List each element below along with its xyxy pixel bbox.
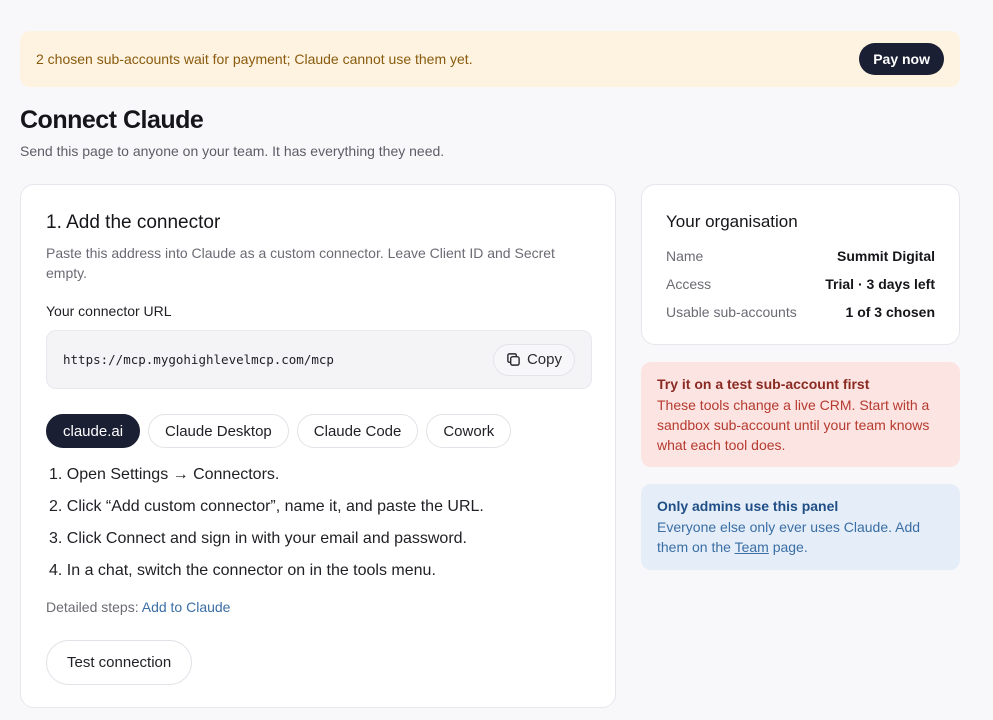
client-tabs: claude.ai Claude Desktop Claude Code Cow… [46, 414, 512, 448]
pay-now-button[interactable]: Pay now [859, 43, 944, 75]
connector-url[interactable]: https://mcp.mygohighlevelmcp.com/mcp [63, 352, 334, 367]
team-link[interactable]: Team [735, 539, 769, 555]
admin-notice-body: Everyone else only ever uses Claude. Add… [657, 517, 944, 557]
payment-banner: 2 chosen sub-accounts wait for payment; … [20, 31, 960, 87]
copy-label: Copy [526, 351, 562, 368]
steps-list: 1. Open Settings → Connectors. 2. Click … [49, 464, 484, 592]
step-item: 3. Click Connect and sign in with your e… [49, 530, 467, 547]
org-row-access: Access Trial · 3 days left [666, 276, 935, 292]
test-subaccount-warning: Try it on a test sub-account first These… [641, 362, 960, 467]
page-subtitle: Send this page to anyone on your team. I… [20, 143, 445, 159]
connector-url-box: https://mcp.mygohighlevelmcp.com/mcp Cop… [46, 330, 592, 389]
warning-title: Try it on a test sub-account first [657, 376, 870, 392]
step-item: 2. Click “Add custom connector”, name it… [49, 498, 484, 515]
org-value: Trial · 3 days left [825, 276, 935, 292]
organisation-card: Your organisation Name Summit Digital Ac… [641, 184, 960, 345]
org-key: Access [666, 276, 712, 292]
test-connection-button[interactable]: Test connection [46, 640, 193, 685]
connector-description: Paste this address into Claude as a cust… [46, 245, 555, 281]
org-value: Summit Digital [836, 248, 935, 264]
org-value: 1 of 3 chosen [845, 304, 935, 320]
org-key: Usable sub-accounts [666, 304, 797, 320]
step-item: 4. In a chat, switch the connector on in… [49, 562, 436, 579]
organisation-heading: Your organisation [666, 212, 798, 231]
step-item: 1. Open Settings → Connectors. [49, 466, 280, 483]
copy-button[interactable]: Copy [492, 343, 575, 376]
detailed-steps: Detailed steps: Add to Claude [46, 599, 230, 615]
tab-claude-ai[interactable]: claude.ai [46, 414, 141, 448]
add-to-claude-link[interactable]: Add to Claude [142, 599, 231, 615]
page-title: Connect Claude [20, 106, 204, 134]
tab-claude-code[interactable]: Claude Code [296, 414, 419, 448]
page: 2 chosen sub-accounts wait for payment; … [0, 0, 993, 720]
warning-body: These tools change a live CRM. Start wit… [657, 397, 930, 453]
tab-cowork[interactable]: Cowork [426, 414, 512, 448]
org-row-sub-accounts: Usable sub-accounts 1 of 3 chosen [666, 304, 935, 320]
admin-notice-text-end: page. [772, 539, 808, 555]
admin-notice-title: Only admins use this panel [657, 498, 839, 514]
banner-message: 2 chosen sub-accounts wait for payment; … [36, 51, 473, 67]
tab-claude-desktop[interactable]: Claude Desktop [148, 414, 289, 448]
org-key: Name [666, 248, 704, 264]
admin-notice: Only admins use this panel Everyone else… [641, 484, 960, 570]
org-row-name: Name Summit Digital [666, 248, 935, 264]
detailed-steps-prefix: Detailed steps: [46, 599, 139, 615]
connector-card: 1. Add the connector Paste this address … [20, 184, 616, 708]
connector-url-label: Your connector URL [46, 303, 172, 319]
copy-icon [507, 353, 520, 366]
connector-heading: 1. Add the connector [46, 212, 221, 233]
